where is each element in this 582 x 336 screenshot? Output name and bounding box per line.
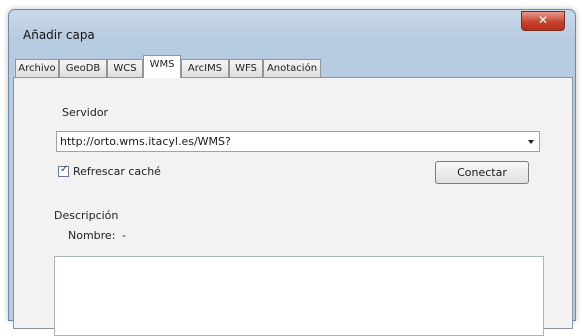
conectar-button[interactable]: Conectar (435, 161, 529, 184)
tab-anotacion[interactable]: Anotación (263, 59, 321, 77)
dropdown-arrow-icon[interactable] (528, 140, 534, 144)
tab-panel-wms: Servidor http://orto.wms.itacyl.es/WMS? … (13, 77, 573, 336)
servidor-combobox[interactable]: http://orto.wms.itacyl.es/WMS? (56, 131, 540, 152)
check-icon: ✓ (60, 164, 69, 175)
nombre-value: - (122, 229, 126, 242)
refrescar-label[interactable]: Refrescar caché (73, 165, 161, 178)
servidor-label: Servidor (62, 106, 109, 119)
close-icon: ✕ (537, 13, 549, 27)
tab-label: ArcIMS (187, 63, 223, 74)
descripcion-label: Descripción (54, 209, 119, 222)
nombre-label: Nombre: (68, 229, 116, 242)
tab-label: Archivo (18, 63, 56, 74)
tab-label: WMS (149, 59, 175, 70)
conectar-label: Conectar (457, 166, 507, 179)
tab-wfs[interactable]: WFS (229, 59, 263, 77)
tab-arcims[interactable]: ArcIMS (181, 59, 229, 77)
tab-label: GeoDB (65, 63, 101, 74)
title-bar: Añadir capa ✕ (9, 10, 575, 52)
tab-geodb[interactable]: GeoDB (59, 59, 107, 77)
tab-archivo[interactable]: Archivo (15, 59, 59, 77)
tab-label: WFS (235, 63, 257, 74)
tab-wcs[interactable]: WCS (107, 59, 143, 77)
window-title: Añadir capa (23, 28, 95, 42)
servidor-value: http://orto.wms.itacyl.es/WMS? (60, 135, 231, 148)
add-layer-dialog: Añadir capa ✕ Archivo GeoDB WCS WMS ArcI… (8, 9, 576, 336)
refrescar-checkbox[interactable]: ✓ (58, 164, 69, 177)
close-button[interactable]: ✕ (521, 11, 565, 31)
tab-label: WCS (113, 63, 137, 74)
tab-label: Anotación (266, 63, 318, 74)
tab-wms[interactable]: WMS (143, 55, 181, 78)
descripcion-textarea[interactable] (54, 256, 544, 336)
